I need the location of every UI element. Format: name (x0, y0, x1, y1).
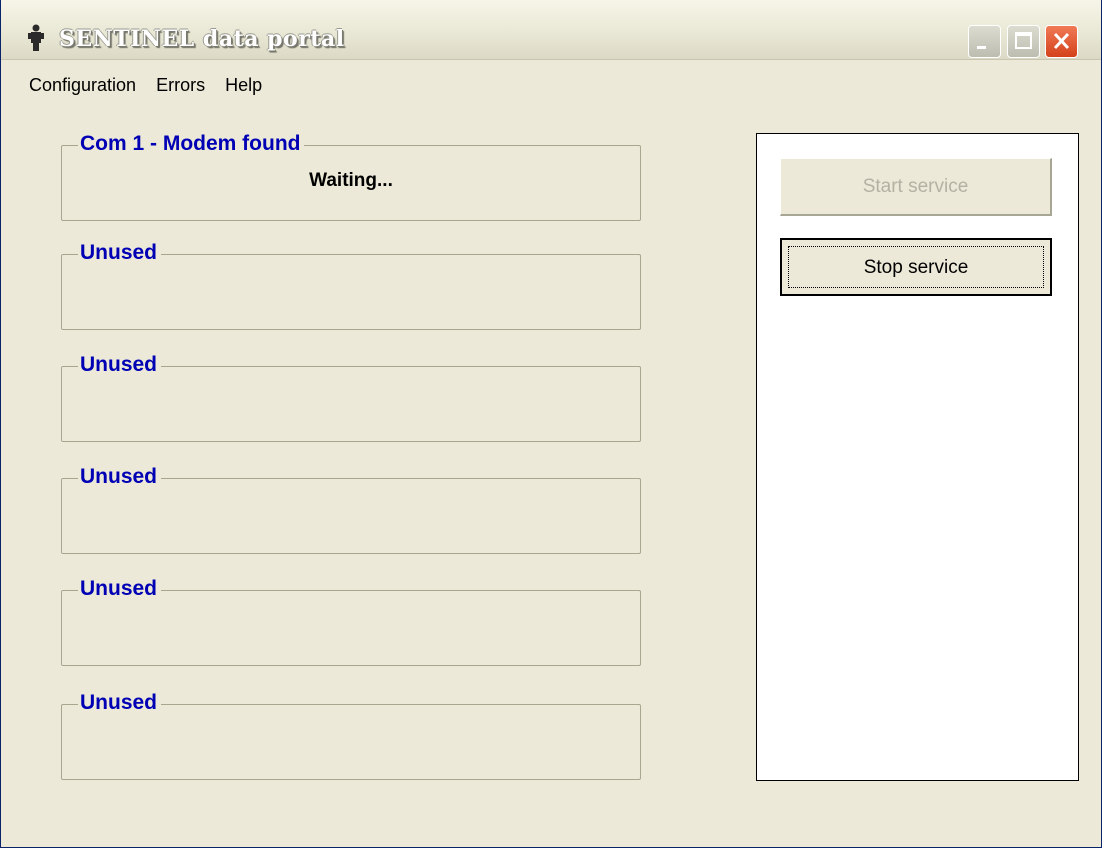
port-group-6: Unused (61, 690, 641, 780)
port-group-4: Unused (61, 464, 641, 554)
main-window: SENTINEL data portal Configuration Errors… (0, 0, 1102, 848)
port-group-3: Unused (61, 352, 641, 442)
menu-errors[interactable]: Errors (146, 70, 215, 100)
port-label: Com 1 - Modem found (78, 131, 305, 157)
maximize-icon (1015, 32, 1032, 49)
stop-service-button[interactable]: Stop service (780, 238, 1052, 296)
port-label: Unused (78, 464, 162, 490)
start-service-button[interactable]: Start service (780, 158, 1052, 216)
service-panel: Start service Stop service (756, 133, 1079, 781)
title-bar[interactable]: SENTINEL data portal (1, 0, 1101, 60)
port-label: Unused (78, 240, 162, 266)
port-label: Unused (78, 690, 162, 716)
minimize-icon (977, 46, 986, 49)
minimize-button[interactable] (968, 25, 1001, 58)
stop-service-label: Stop service (788, 246, 1044, 288)
close-button[interactable] (1045, 25, 1078, 58)
port-group-2: Unused (61, 240, 641, 330)
port-label: Unused (78, 576, 162, 602)
window-title: SENTINEL data portal (59, 26, 345, 52)
port-group-5: Unused (61, 576, 641, 666)
app-figure-icon (28, 24, 44, 51)
menu-configuration[interactable]: Configuration (5, 70, 146, 100)
port-status: Waiting... (309, 170, 393, 191)
maximize-button[interactable] (1007, 25, 1040, 58)
port-label: Unused (78, 352, 162, 378)
menu-bar: Configuration Errors Help (5, 70, 272, 102)
menu-help[interactable]: Help (215, 70, 272, 100)
port-group-1: Com 1 - Modem found Waiting... (61, 131, 641, 221)
close-icon (1053, 32, 1070, 50)
